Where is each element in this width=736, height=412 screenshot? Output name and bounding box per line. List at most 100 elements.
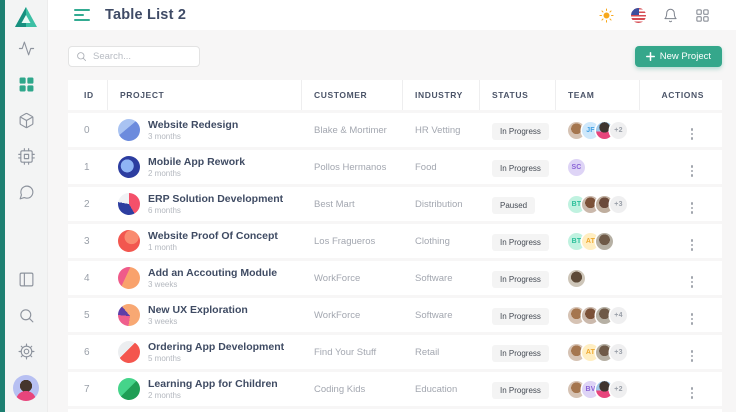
cell-industry: Retail	[403, 335, 480, 369]
cell-industry: HR Vetting	[403, 113, 480, 147]
sidebar-item-search-icon[interactable]	[5, 297, 47, 333]
search-input[interactable]	[93, 51, 192, 62]
sun-icon	[599, 8, 614, 23]
app-logo[interactable]	[14, 6, 38, 28]
sidebar-item-gear-icon[interactable]	[5, 333, 47, 369]
search-icon	[76, 51, 87, 62]
search-box	[68, 46, 200, 67]
row-actions-button[interactable]	[688, 236, 697, 254]
cell-project: New UX Exploration3 weeks	[108, 298, 302, 332]
sidebar-item-box-icon[interactable]	[5, 102, 47, 138]
row-actions-button[interactable]	[688, 273, 697, 291]
row-actions-button[interactable]	[688, 125, 697, 143]
project-duration: 6 months	[148, 206, 283, 215]
status-badge: In Progress	[492, 271, 549, 288]
project-name: ERP Solution Development	[148, 193, 283, 205]
cell-id: 4	[68, 261, 108, 295]
table-head-row: IDPROJECTCUSTOMERINDUSTRYSTATUSTEAMACTIO…	[68, 80, 722, 110]
new-project-button[interactable]: New Project	[635, 46, 722, 67]
project-duration: 1 month	[148, 243, 278, 252]
sidebar-item-layout-icon[interactable]	[5, 261, 47, 297]
sidebar-bottom-nav	[0, 261, 47, 412]
cell-actions	[640, 150, 722, 184]
cell-industry: Education	[403, 372, 480, 406]
us-flag-icon	[631, 8, 646, 23]
us-flag-icon-button[interactable]	[627, 4, 650, 26]
cell-actions	[640, 113, 722, 147]
row-actions-button[interactable]	[688, 347, 697, 365]
topbar: Table List 2	[48, 0, 736, 30]
cell-project: Website Redesign3 months	[108, 113, 302, 147]
team-avatar-man-suit	[596, 233, 613, 250]
column-header-actions: ACTIONS	[640, 80, 722, 110]
sun-icon-button[interactable]	[595, 4, 618, 26]
table-row: 4Add an Accouting Module3 weeksWorkForce…	[68, 261, 722, 295]
row-actions-button[interactable]	[688, 162, 697, 180]
sidebar-item-apps-icon[interactable]	[5, 66, 47, 102]
cell-id: 0	[68, 113, 108, 147]
status-badge: In Progress	[492, 234, 549, 251]
search-icon	[18, 307, 35, 324]
gear-icon	[18, 343, 35, 360]
cell-actions	[640, 261, 722, 295]
status-badge: In Progress	[492, 160, 549, 177]
cell-customer: Best Mart	[302, 187, 403, 221]
apps-icon	[18, 76, 35, 93]
cell-project: ERP Solution Development6 months	[108, 187, 302, 221]
row-actions-button[interactable]	[688, 199, 697, 217]
cell-team: +4	[556, 298, 640, 332]
cell-team	[556, 261, 640, 295]
cell-industry: Software	[403, 261, 480, 295]
project-icon	[118, 119, 140, 141]
projects-table: IDPROJECTCUSTOMERINDUSTRYSTATUSTEAMACTIO…	[68, 77, 722, 412]
sidebar	[0, 0, 48, 412]
cell-customer: Find Your Stuff	[302, 335, 403, 369]
row-actions-button[interactable]	[688, 310, 697, 328]
cell-id: 2	[68, 187, 108, 221]
cell-customer: Blake & Mortimer	[302, 113, 403, 147]
cell-industry: Distribution	[403, 187, 480, 221]
sidebar-item-chat-icon[interactable]	[5, 174, 47, 210]
team-avatar-man-beard	[568, 270, 585, 287]
cell-project: Mobile App Rework2 months	[108, 150, 302, 184]
activity-icon	[18, 40, 35, 57]
cell-team: BTAT	[556, 224, 640, 258]
cell-id: 5	[68, 298, 108, 332]
team-more-count: +4	[610, 307, 627, 324]
new-project-label: New Project	[660, 51, 711, 62]
sidebar-item-activity-icon[interactable]	[5, 30, 47, 66]
cell-status: Paused	[480, 187, 556, 221]
cell-customer: WorkForce	[302, 298, 403, 332]
team-avatar-initials: SC	[568, 159, 585, 176]
cell-status: In Progress	[480, 224, 556, 258]
row-actions-button[interactable]	[688, 384, 697, 402]
table-row: 6Ordering App Development5 monthsFind Yo…	[68, 335, 722, 369]
table-row: 5New UX Exploration3 weeksWorkForceSoftw…	[68, 298, 722, 332]
cell-customer: Coding Kids	[302, 372, 403, 406]
sidebar-item-chip-icon[interactable]	[5, 138, 47, 174]
cell-industry: Clothing	[403, 224, 480, 258]
cell-actions	[640, 372, 722, 406]
menu-toggle-button[interactable]	[74, 9, 90, 21]
project-duration: 2 months	[148, 391, 278, 400]
project-name: Website Proof Of Concept	[148, 230, 278, 242]
grid-icon-button[interactable]	[691, 4, 714, 26]
cell-industry: Software	[403, 298, 480, 332]
toolbar-row: New Project	[68, 46, 722, 67]
team-more-count: +3	[610, 196, 627, 213]
team-more-count: +3	[610, 344, 627, 361]
team-more-count: +2	[610, 122, 627, 139]
project-icon	[118, 267, 140, 289]
bell-icon-button[interactable]	[659, 4, 682, 26]
project-icon	[118, 378, 140, 400]
user-avatar[interactable]	[13, 375, 39, 401]
project-icon	[118, 156, 140, 178]
cell-id: 6	[68, 335, 108, 369]
plus-icon	[646, 52, 655, 61]
column-header-status: STATUS	[480, 80, 556, 110]
project-duration: 2 months	[148, 169, 245, 178]
cell-team: AT+3	[556, 335, 640, 369]
layout-icon	[18, 271, 35, 288]
app-root: Table List 2 New Project	[0, 0, 736, 412]
cell-id: 3	[68, 224, 108, 258]
